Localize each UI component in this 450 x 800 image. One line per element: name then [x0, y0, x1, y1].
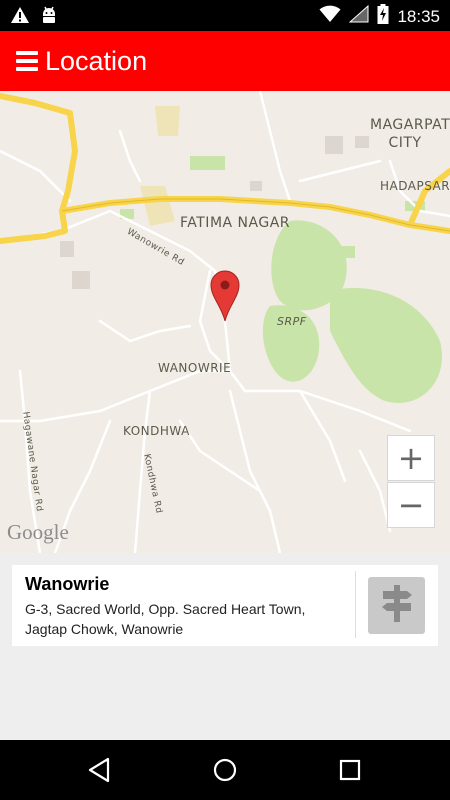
building-block — [250, 181, 262, 191]
map-tiles — [0, 91, 450, 553]
signpost-directions-icon — [379, 583, 415, 628]
campus-area — [140, 186, 175, 226]
map-label: WANOWRIE — [158, 361, 232, 375]
map-label: SRPF — [277, 315, 307, 328]
divider — [355, 571, 356, 638]
directions-button[interactable] — [368, 577, 425, 634]
warning-icon — [10, 6, 30, 29]
location-marker — [210, 270, 240, 322]
building-block — [60, 241, 74, 257]
location-title: Wanowrie — [25, 574, 110, 594]
signal-icon — [349, 4, 369, 28]
map-view[interactable]: MAGARPATTA CITY HADAPSAR FATIMA NAGAR Wa… — [0, 91, 450, 553]
page-title: Location — [45, 45, 148, 76]
status-bar: 18:35 — [0, 0, 450, 31]
building-block — [72, 271, 90, 289]
recents-icon[interactable] — [336, 756, 364, 784]
zoom-out-button[interactable]: − — [387, 482, 435, 528]
home-icon[interactable] — [211, 756, 239, 784]
park-area — [330, 288, 442, 403]
campus-area — [155, 106, 180, 136]
app-bar: Location — [0, 31, 450, 91]
park-area — [340, 246, 355, 258]
building-block — [325, 136, 343, 154]
building-block — [355, 136, 369, 148]
back-icon[interactable] — [86, 756, 114, 784]
map-label: MAGARPATTA CITY — [370, 117, 450, 151]
system-nav-bar — [0, 740, 450, 800]
clock: 18:35 — [397, 6, 440, 26]
wifi-icon — [319, 5, 341, 28]
location-card: Wanowrie G-3, Sacred World, Opp. Sacred … — [12, 565, 438, 646]
map-label: KONDHWA — [123, 424, 190, 438]
android-debug-icon — [40, 5, 58, 30]
battery-charging-icon — [377, 4, 389, 29]
hamburger-menu-icon[interactable] — [16, 51, 38, 71]
location-address: G-3, Sacred World, Opp. Sacred Heart Tow… — [25, 601, 306, 637]
google-attribution: Google — [7, 520, 69, 544]
park-area — [190, 156, 225, 170]
map-label: HADAPSAR — [380, 179, 450, 193]
map-label: FATIMA NAGAR — [180, 215, 291, 231]
zoom-in-button[interactable]: + — [387, 435, 435, 481]
